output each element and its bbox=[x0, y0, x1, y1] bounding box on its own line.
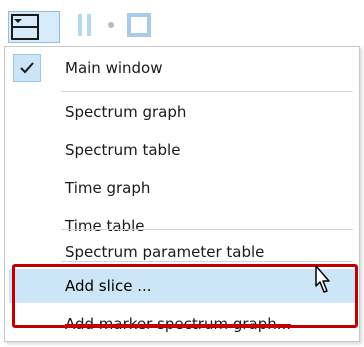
mouse-cursor-icon bbox=[315, 265, 330, 293]
menu-item-time-graph[interactable]: Time graph bbox=[9, 171, 356, 205]
menu-item-main-window[interactable]: Main window bbox=[9, 51, 356, 85]
annotation-highlight bbox=[12, 264, 358, 328]
menu-separator bbox=[61, 261, 353, 262]
layout-button[interactable] bbox=[8, 11, 60, 43]
cursor-bar-icon[interactable] bbox=[72, 10, 98, 40]
menu-separator bbox=[61, 229, 353, 230]
toolbar bbox=[0, 0, 364, 48]
chevron-down-icon[interactable] bbox=[11, 14, 25, 28]
menu-item-label: Main window bbox=[65, 59, 163, 77]
dot-icon bbox=[108, 22, 114, 28]
menu-item-spectrum-graph[interactable]: Spectrum graph bbox=[9, 95, 356, 129]
checkmark-box bbox=[13, 54, 41, 82]
menu-item-label: Spectrum graph bbox=[65, 103, 187, 121]
fullscreen-icon[interactable] bbox=[124, 10, 154, 40]
menu-item-label: Time graph bbox=[65, 179, 151, 197]
menu-item-label: Spectrum table bbox=[65, 141, 181, 159]
checkmark-icon bbox=[20, 62, 34, 74]
menu-separator bbox=[61, 91, 353, 92]
menu-item-spectrum-table[interactable]: Spectrum table bbox=[9, 133, 356, 167]
